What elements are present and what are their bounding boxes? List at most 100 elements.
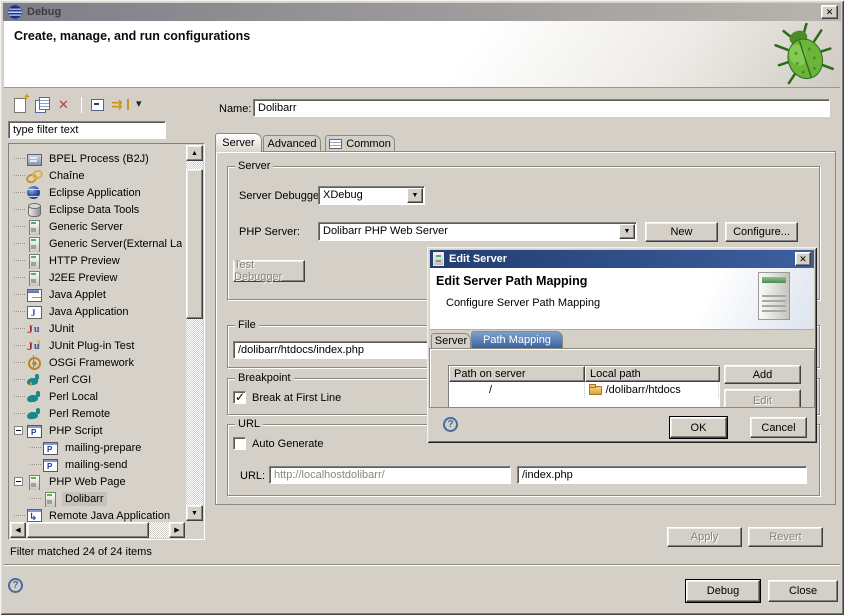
tree-item-osgi-framework[interactable]: OSGi Framework	[10, 354, 182, 371]
window-title: Debug	[27, 6, 61, 18]
tree-guide-line	[14, 192, 25, 193]
tree-item-mailing-send[interactable]: mailing-send	[10, 456, 182, 473]
tree-item-perl-remote[interactable]: Perl Remote	[10, 405, 182, 422]
tab-advanced[interactable]: Advanced	[263, 135, 321, 152]
tree-item-perl-cgi[interactable]: Perl CGI	[10, 371, 182, 388]
tree-guide-line	[14, 515, 25, 516]
tree-item-label: Eclipse Application	[46, 186, 144, 200]
filter-input[interactable]	[8, 121, 166, 139]
vertical-scroll-thumb[interactable]	[186, 169, 203, 319]
auto-generate-label: Auto Generate	[252, 438, 324, 450]
test-debugger-button[interactable]: Test Debugger	[233, 260, 305, 282]
add-mapping-button[interactable]: Add	[724, 365, 801, 384]
window-close-button[interactable]: ✕	[821, 5, 838, 19]
ok-button[interactable]: OK	[670, 417, 727, 438]
tree-item-j2ee-preview[interactable]: J2EE Preview	[10, 269, 182, 286]
tree-item-bpel-process-b2j[interactable]: BPEL Process (B2J)	[10, 150, 182, 167]
path-mapping-row[interactable]: //dolibarr/htdocs	[449, 382, 719, 398]
dialog-tab-path-mapping[interactable]: Path Mapping	[471, 331, 563, 348]
tree-item-java-application[interactable]: Java Application	[10, 303, 182, 320]
tree-vertical-scrollbar[interactable]: ▲ ▼	[186, 145, 203, 521]
scroll-right-button[interactable]: ▶	[169, 522, 185, 538]
toolbar-separator	[81, 97, 82, 113]
auto-generate-checkbox[interactable]	[233, 437, 246, 450]
tree-item-cha-ne[interactable]: Chaîne	[10, 167, 182, 184]
new-config-icon[interactable]	[11, 96, 31, 114]
chain-icon	[26, 168, 42, 184]
tree-item-eclipse-application[interactable]: Eclipse Application	[10, 184, 182, 201]
edit-server-dialog: Edit Server ✕ Edit Server Path Mapping C…	[427, 247, 817, 443]
revert-button[interactable]: Revert	[748, 527, 823, 547]
tree-item-http-preview[interactable]: HTTP Preview	[10, 252, 182, 269]
collapse-expander-icon[interactable]	[14, 477, 23, 486]
tree-item-label: Remote Java Application	[46, 509, 173, 523]
delete-config-icon[interactable]	[55, 96, 75, 114]
tree-item-junit[interactable]: JUnit	[10, 320, 182, 337]
dialog-tab-server-label: Server	[435, 335, 467, 347]
tree-item-perl-local[interactable]: Perl Local	[10, 388, 182, 405]
tab-server[interactable]: Server	[215, 133, 262, 152]
debug-button[interactable]: Debug	[686, 580, 760, 602]
tree-item-label: Eclipse Data Tools	[46, 203, 142, 217]
php-web-icon	[26, 474, 42, 490]
tree-item-php-script[interactable]: PHP Script	[10, 422, 182, 439]
tree-item-dolibarr[interactable]: Dolibarr	[10, 490, 182, 507]
column-header-path-on-server[interactable]: Path on server	[449, 366, 585, 382]
configure-server-button[interactable]: Configure...	[725, 222, 798, 242]
server-debugger-label: Server Debugger:	[239, 190, 326, 202]
collapse-expander-icon[interactable]	[14, 426, 23, 435]
perl-icon	[26, 406, 42, 422]
tree-item-mailing-prepare[interactable]: mailing-prepare	[10, 439, 182, 456]
tree-item-generic-server[interactable]: Generic Server	[10, 218, 182, 235]
edit-mapping-button[interactable]: Edit	[724, 389, 801, 408]
tab-common[interactable]: Common	[325, 135, 395, 152]
chevron-down-icon[interactable]: ▼	[407, 188, 423, 203]
tree-item-label: Generic Server	[46, 220, 126, 234]
tree-guide-line	[14, 294, 25, 295]
horizontal-scroll-thumb[interactable]	[27, 522, 149, 538]
tree-item-label: Java Applet	[46, 288, 109, 302]
duplicate-config-icon[interactable]	[33, 96, 53, 114]
tree-item-eclipse-data-tools[interactable]: Eclipse Data Tools	[10, 201, 182, 218]
filter-icon[interactable]	[110, 96, 130, 114]
url-group-title: URL	[235, 418, 263, 430]
tree-item-junit-plug-in-test[interactable]: JUnit Plug-in Test	[10, 337, 182, 354]
scroll-left-button[interactable]: ◀	[10, 522, 26, 538]
url-base-input[interactable]	[269, 466, 511, 484]
server-icon	[26, 236, 42, 252]
menu-dropdown-icon[interactable]	[132, 96, 152, 114]
scroll-down-button[interactable]: ▼	[186, 505, 203, 521]
name-label: Name:	[219, 103, 251, 115]
tree-item-php-web-page[interactable]: PHP Web Page	[10, 473, 182, 490]
database-icon	[26, 202, 42, 218]
dialog-help-icon[interactable]: ?	[443, 417, 458, 432]
apply-button[interactable]: Apply	[667, 527, 742, 547]
server-debugger-combo[interactable]: XDebug ▼	[318, 186, 425, 205]
path-mapping-table: Path on server Local path //dolibarr/htd…	[448, 365, 720, 408]
collapse-all-icon[interactable]	[88, 96, 108, 114]
chevron-down-icon[interactable]: ▼	[619, 224, 635, 239]
help-icon[interactable]: ?	[8, 578, 23, 593]
dialog-tab-server[interactable]: Server	[431, 333, 471, 348]
cancel-button[interactable]: Cancel	[750, 417, 807, 438]
dialog-tab-path-mapping-label: Path Mapping	[483, 334, 551, 346]
new-server-button[interactable]: New	[645, 222, 718, 242]
dialog-close-button[interactable]: ✕	[795, 252, 811, 266]
tree-item-label: JUnit	[46, 322, 77, 336]
close-button[interactable]: Close	[768, 580, 838, 602]
tree-item-label: Chaîne	[46, 169, 87, 183]
osgi-icon	[26, 355, 42, 371]
name-input[interactable]	[253, 99, 830, 117]
dialog-heading: Edit Server Path Mapping	[436, 274, 587, 288]
scroll-up-button[interactable]: ▲	[186, 145, 203, 161]
column-header-local-path[interactable]: Local path	[585, 366, 720, 382]
url-path-input[interactable]	[517, 466, 807, 484]
tree-horizontal-scrollbar[interactable]: ◀ ▶	[10, 522, 185, 538]
tree-item-label: Perl CGI	[46, 373, 94, 387]
php-server-combo[interactable]: Dolibarr PHP Web Server ▼	[318, 222, 637, 241]
tree-item-generic-server-external-la[interactable]: Generic Server(External La	[10, 235, 182, 252]
dialog-title: Edit Server	[449, 253, 507, 265]
break-first-line-checkbox[interactable]	[233, 391, 246, 404]
tree-item-label: JUnit Plug-in Test	[46, 339, 137, 353]
tree-item-java-applet[interactable]: Java Applet	[10, 286, 182, 303]
